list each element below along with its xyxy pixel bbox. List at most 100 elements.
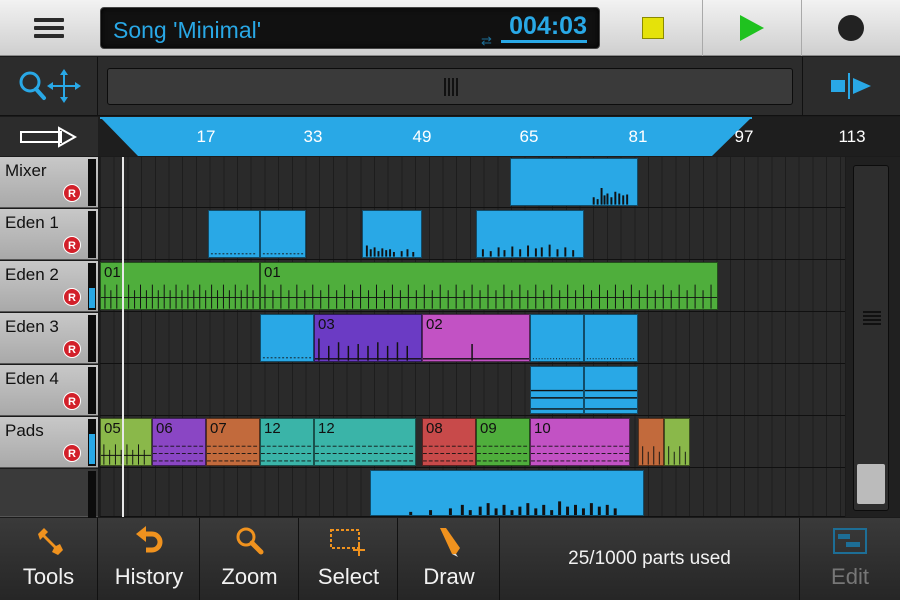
part-label: 08 — [426, 420, 443, 437]
clip-part[interactable]: 06 — [152, 418, 206, 466]
notes — [153, 446, 205, 462]
part-label: 06 — [156, 420, 173, 437]
track-header-eden-1[interactable]: Eden 1 R — [0, 209, 98, 260]
lane-eden-3[interactable]: 03 02 — [100, 313, 845, 364]
part-label: 12 — [318, 420, 335, 437]
track-name: Mixer — [5, 161, 47, 180]
play-button[interactable] — [702, 0, 800, 56]
vertical-scroll-thumb[interactable] — [857, 464, 885, 504]
clip-part[interactable]: 09 — [476, 418, 530, 466]
menu-icon — [34, 18, 64, 38]
select-button[interactable]: Select — [300, 518, 398, 600]
clip-part[interactable] — [584, 314, 638, 362]
track-header-pads[interactable]: Pads R — [0, 417, 98, 468]
wrench-icon — [32, 518, 66, 564]
track-name: Eden 4 — [5, 369, 59, 388]
waveform — [481, 245, 575, 257]
lane-eden-1[interactable] — [100, 209, 845, 260]
clip-part[interactable]: 10 — [530, 418, 630, 466]
vertical-scroll-track[interactable] — [853, 165, 889, 511]
clip-part[interactable]: 07 — [206, 418, 260, 466]
record-arm-icon[interactable]: R — [63, 236, 81, 254]
record-arm-icon[interactable]: R — [63, 340, 81, 358]
waveform — [262, 253, 304, 255]
song-time: 004:03 — [509, 12, 587, 40]
clip-part[interactable]: 01 — [100, 262, 260, 310]
clip-part[interactable] — [530, 366, 584, 414]
history-button[interactable]: History — [99, 518, 200, 600]
track-header-empty[interactable] — [0, 469, 98, 518]
track-header-eden-3[interactable]: Eden 3 R — [0, 313, 98, 364]
menu-button[interactable] — [0, 0, 98, 56]
lane-pads[interactable]: 05 06 07 12 12 08 09 10 — [100, 417, 845, 468]
stop-button[interactable] — [604, 0, 702, 56]
level-meter — [88, 211, 96, 258]
notes — [531, 446, 629, 462]
horizontal-scrollbar[interactable] — [107, 68, 793, 105]
tools-button[interactable]: Tools — [0, 518, 98, 600]
clip-part[interactable]: 08 — [422, 418, 476, 466]
select-rect-icon — [327, 518, 371, 564]
part-label: 02 — [426, 316, 443, 333]
scroll-grip-icon[interactable] — [444, 78, 458, 96]
select-label: Select — [317, 564, 380, 589]
record-button[interactable] — [801, 0, 899, 56]
part-label: 01 — [104, 264, 121, 281]
lane-eden-4[interactable] — [100, 365, 845, 416]
lane-empty[interactable] — [100, 469, 845, 517]
automation-part[interactable] — [510, 158, 638, 206]
clip-part[interactable] — [664, 418, 690, 466]
record-arm-icon[interactable]: R — [63, 392, 81, 410]
ruler-tick: 65 — [519, 127, 539, 146]
clip-part[interactable]: 02 — [422, 314, 530, 362]
clip-part[interactable]: 01 — [260, 262, 718, 310]
record-arm-icon[interactable]: R — [63, 288, 81, 306]
lane-eden-2[interactable]: 01 01 — [100, 261, 845, 312]
notes — [207, 446, 259, 462]
lane-mixer[interactable] — [100, 157, 845, 208]
clip-part[interactable]: 05 — [100, 418, 152, 466]
ruler-tick: 81 — [628, 127, 648, 146]
track-header-mixer[interactable]: Mixer R — [0, 157, 98, 208]
part-label: 03 — [318, 316, 335, 333]
clip-part[interactable] — [260, 314, 314, 362]
level-meter — [88, 471, 96, 518]
record-arm-icon[interactable]: R — [63, 184, 81, 202]
waveform — [592, 188, 629, 205]
clip-part[interactable] — [530, 314, 584, 362]
clip-part[interactable] — [362, 210, 422, 258]
draw-button[interactable]: Draw — [399, 518, 500, 600]
playhead[interactable] — [122, 157, 124, 517]
automation-part[interactable] — [370, 470, 644, 516]
part-label: 07 — [210, 420, 227, 437]
clip-part[interactable] — [584, 366, 638, 414]
edit-button[interactable]: Edit — [801, 518, 899, 600]
arrangement-grid[interactable]: 01 01 03 02 05 06 07 12 12 08 09 10 — [100, 157, 845, 517]
draw-label: Draw — [423, 564, 475, 589]
clip-part[interactable] — [260, 210, 306, 258]
notes — [668, 446, 686, 465]
clip-part[interactable] — [476, 210, 584, 258]
loop-region[interactable] — [100, 117, 900, 156]
zoom-pan-button[interactable] — [0, 57, 98, 115]
parts-used-status: 25/1000 parts used — [500, 518, 800, 600]
part-label: 12 — [264, 420, 281, 437]
zoom-button[interactable]: Zoom — [201, 518, 299, 600]
split-button[interactable] — [802, 57, 900, 115]
navigation-bar — [0, 57, 900, 116]
scroll-grip-icon[interactable] — [863, 311, 881, 325]
timeline-ruler[interactable]: 17 33 49 65 81 97 113 — [100, 117, 900, 156]
record-arm-icon[interactable]: R — [63, 444, 81, 462]
clip-part[interactable]: 12 — [260, 418, 314, 466]
track-header-eden-2[interactable]: Eden 2 R — [0, 261, 98, 312]
track-header-eden-4[interactable]: Eden 4 R — [0, 365, 98, 416]
follow-button[interactable] — [0, 117, 98, 156]
transport-bar: Song 'Minimal' ⇄ 004:03 — [0, 0, 900, 56]
clip-part[interactable] — [638, 418, 664, 466]
clip-part[interactable] — [208, 210, 260, 258]
zoom-pan-icon — [19, 69, 81, 103]
clip-part[interactable]: 12 — [314, 418, 416, 466]
zoom-label: Zoom — [221, 564, 278, 589]
vertical-scrollbar[interactable] — [846, 157, 900, 517]
clip-part[interactable]: 03 — [314, 314, 422, 362]
